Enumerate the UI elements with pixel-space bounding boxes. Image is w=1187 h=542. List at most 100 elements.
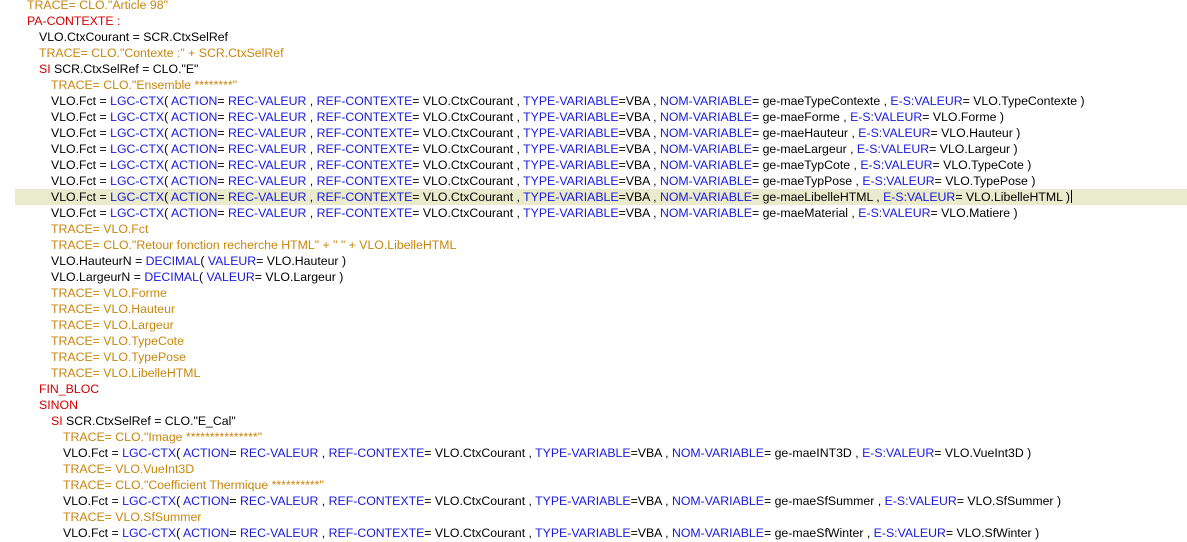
code-line[interactable]: VLO.HauteurN = DECIMAL( VALEUR= VLO.Haut… [0,253,1187,269]
code-line[interactable]: TRACE= CLO."Contexte :" + SCR.CtxSelRef [0,45,1187,61]
code-token: E-S:VALEUR [883,190,956,204]
code-token: , [306,142,317,156]
code-token: TRACE= VLO.Hauteur [51,302,176,316]
code-token: = [217,142,229,156]
code-token: =VBA , [618,158,660,172]
code-token: =VBA , [630,446,672,460]
code-line[interactable]: VLO.Fct = LGC-CTX( ACTION= REC-VALEUR , … [0,125,1187,141]
code-token: = ge-maeLargeur , [751,142,857,156]
code-line[interactable]: VLO.Fct = LGC-CTX( ACTION= REC-VALEUR , … [0,93,1187,109]
code-line[interactable]: TRACE= VLO.TypeCote [0,333,1187,349]
code-token: =VBA , [618,110,660,124]
code-editor[interactable]: TRACE= CLO."Article 98" PA-CONTEXTE : VLO.… [0,0,1187,542]
code-token: = ge-maeForme , [751,110,851,124]
code-token: NOM-VARIABLE [659,158,752,172]
code-token: E-S:VALEUR [873,526,946,540]
code-token: TRACE= VLO.VueInt3D [63,462,195,476]
code-line[interactable]: TRACE= VLO.Largeur [0,317,1187,333]
code-token: = VLO.Largeur ) [929,142,1018,156]
code-line[interactable]: TRACE= CLO."Ensemble ********" [0,77,1187,93]
code-line[interactable]: TRACE= CLO."Retour fonction recherche HT… [0,237,1187,253]
code-line[interactable]: TRACE= VLO.LibelleHTML [0,365,1187,381]
code-token: = [217,94,229,108]
code-token: =VBA , [618,126,660,140]
code-line[interactable]: TRACE= VLO.TypePose [0,349,1187,365]
code-token: REC-VALEUR [240,446,319,460]
code-token: ( [176,494,183,508]
code-token: = VLO.Forme ) [922,110,1004,124]
code-token: = VLO.Hauteur ) [256,254,347,268]
code-line[interactable]: SI SCR.CtxSelRef = CLO."E" [0,61,1187,77]
code-token: = VLO.Matiere ) [930,206,1018,220]
code-token: = VLO.CtxCourant , [424,494,536,508]
code-token: = ge-maeLibelleHTML , [751,190,884,204]
code-token: ( [200,254,208,268]
code-token: REF-CONTEXTE [316,142,413,156]
code-token: =VBA , [618,94,660,108]
code-token: NOM-VARIABLE [659,126,752,140]
code-token: NOM-VARIABLE [671,446,764,460]
code-token: E-S:VALEUR [856,142,930,156]
code-token: E-S:VALEUR [890,94,963,108]
code-token: ACTION [170,142,218,156]
code-token: , [306,126,317,140]
code-token: TRACE= CLO."Ensemble ********" [51,78,238,92]
code-line[interactable]: VLO.Fct = LGC-CTX( ACTION= REC-VALEUR , … [0,525,1187,541]
code-token: ( [164,158,171,172]
code-line[interactable]: PA-CONTEXTE : [0,13,1187,29]
code-line[interactable]: TRACE= VLO.Hauteur [0,301,1187,317]
code-token: SI [51,414,67,428]
code-line[interactable]: VLO.CtxCourant = SCR.CtxSelRef [0,29,1187,45]
code-token: = [217,174,229,188]
code-token: = VLO.SfSummer ) [956,494,1062,508]
code-token: ACTION [182,446,230,460]
code-token: ( [164,142,171,156]
code-token: VALEUR [207,254,257,268]
code-token: = VLO.CtxCourant , [412,158,524,172]
code-line[interactable]: TRACE= VLO.Forme [0,285,1187,301]
code-line[interactable]: TRACE= VLO.SfSummer [0,509,1187,525]
code-token: TRACE= VLO.Fct [51,222,149,236]
code-token: , [306,110,317,124]
code-line[interactable]: TRACE= CLO."Coefficient Thermique ******… [0,477,1187,493]
code-token: TRACE= VLO.Largeur [51,318,174,332]
code-token: = VLO.TypePose ) [934,174,1036,188]
code-token: REF-CONTEXTE [316,126,413,140]
code-line[interactable]: TRACE= VLO.VueInt3D [0,461,1187,477]
code-token: = ge-maeTypPose , [751,174,863,188]
code-line[interactable]: VLO.Fct = LGC-CTX( ACTION= REC-VALEUR , … [0,493,1187,509]
code-token: REF-CONTEXTE [316,174,413,188]
code-line[interactable]: TRACE= CLO."Article 98" [0,0,1187,13]
code-line[interactable]: VLO.Fct = LGC-CTX( ACTION= REC-VALEUR , … [0,205,1187,221]
code-token: = VLO.Largeur ) [254,270,344,284]
code-line[interactable]: VLO.Fct = LGC-CTX( ACTION= REC-VALEUR , … [0,173,1187,189]
code-token: TYPE-VARIABLE [523,158,619,172]
code-token: TYPE-VARIABLE [523,174,619,188]
code-token: TRACE= CLO."Image ***************" [63,430,263,444]
code-line[interactable]: TRACE= CLO."Image ***************" [0,429,1187,445]
code-token: REF-CONTEXTE [328,494,425,508]
text-caret [1071,190,1073,203]
code-line[interactable]: SI SCR.CtxSelRef = CLO."E_Cal" [0,413,1187,429]
code-token: =VBA , [618,142,660,156]
code-token: ( [164,206,171,220]
code-token: = ge-maeMaterial , [751,206,859,220]
code-line[interactable]: VLO.Fct = LGC-CTX( ACTION= REC-VALEUR , … [0,157,1187,173]
code-token: = ge-maeSfWinter , [763,526,874,540]
code-token: LGC-CTX [122,526,177,540]
code-token: PA-CONTEXTE : [27,14,121,28]
code-line[interactable]: VLO.Fct = LGC-CTX( ACTION= REC-VALEUR , … [0,109,1187,125]
code-line[interactable]: VLO.Fct = LGC-CTX( ACTION= REC-VALEUR , … [0,141,1187,157]
code-token: TRACE= CLO."Contexte :" + SCR.CtxSelRef [39,46,284,60]
code-line[interactable]: VLO.LargeurN = DECIMAL( VALEUR= VLO.Larg… [0,269,1187,285]
code-token: VLO.Fct = [63,494,123,508]
code-token: NOM-VARIABLE [671,494,764,508]
code-line[interactable]: SINON [0,397,1187,413]
code-token: REC-VALEUR [228,206,307,220]
code-line[interactable]: FIN_BLOC [0,381,1187,397]
code-line[interactable]: TRACE= VLO.Fct [0,221,1187,237]
code-line-current[interactable]: VLO.Fct = LGC-CTX( ACTION= REC-VALEUR , … [15,189,1187,205]
code-token: TYPE-VARIABLE [523,190,619,204]
code-line[interactable]: VLO.Fct = LGC-CTX( ACTION= REC-VALEUR , … [0,445,1187,461]
code-token: VLO.LargeurN = [51,270,145,284]
